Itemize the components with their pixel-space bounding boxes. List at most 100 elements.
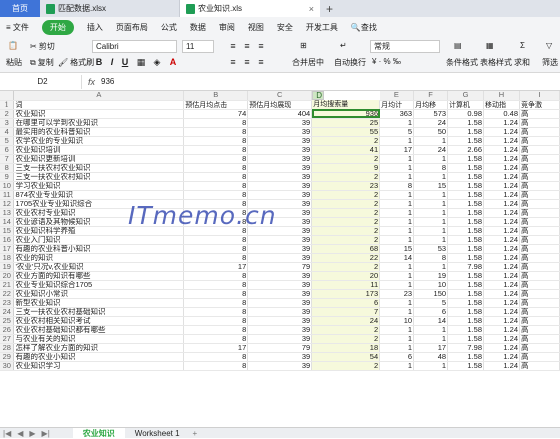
table-cell[interactable]: 17 [183, 262, 249, 272]
row-number[interactable]: 23 [0, 298, 15, 308]
table-cell[interactable]: 1 [413, 199, 449, 209]
table-cell[interactable]: 2 [311, 217, 381, 227]
table-cell[interactable]: 学习农业知识 [13, 181, 185, 191]
table-cell[interactable]: 8 [183, 145, 249, 155]
table-cell[interactable]: 19 [413, 271, 449, 281]
align-right-icon[interactable]: ≡ [256, 57, 266, 67]
table-cell[interactable]: 农业的知识 [13, 253, 185, 263]
table-cell[interactable]: 2 [311, 199, 381, 209]
row-number[interactable]: 28 [0, 343, 15, 353]
table-cell[interactable]: 39 [247, 145, 313, 155]
table-cell[interactable]: 1.24 [483, 325, 520, 335]
table-cell[interactable]: 1.24 [483, 217, 520, 227]
table-cell[interactable]: 1.58 [447, 136, 485, 146]
table-cell[interactable]: 高 [519, 280, 560, 290]
table-cell[interactable]: 1 [413, 262, 449, 272]
table-cell[interactable]: 39 [247, 307, 313, 317]
table-cell[interactable]: 8 [183, 280, 249, 290]
spreadsheet-grid[interactable]: A B C D E F G H I 1 词预估月均点击 预估月均展现 月均搜索量 月均计 月均移 计算机 移动指… [0, 91, 560, 427]
table-cell[interactable]: 8 [183, 154, 249, 164]
table-cell[interactable]: 农业农村基础知识都有哪些 [13, 325, 185, 335]
table-cell[interactable]: 24 [311, 316, 381, 326]
row-number[interactable]: 10 [0, 181, 15, 191]
table-cell[interactable]: 1 [379, 199, 415, 209]
table-cell[interactable]: 高 [519, 109, 560, 119]
table-cell[interactable]: 1.58 [447, 235, 485, 245]
tab-doc-match[interactable]: 匹配数据.xlsx [40, 0, 180, 17]
table-cell[interactable]: 1 [379, 226, 415, 236]
table-cell[interactable]: 农业专业知识综合1705 [13, 280, 185, 290]
table-cell[interactable]: 1.24 [483, 361, 520, 371]
table-cell[interactable]: 1.58 [447, 334, 485, 344]
sheet-tab-agri[interactable]: 农业知识 [72, 427, 125, 439]
table-cell[interactable]: 1.24 [483, 172, 520, 182]
formula-input[interactable]: 936 [101, 77, 114, 86]
table-cell[interactable]: 1.24 [483, 127, 520, 137]
table-cell[interactable]: 68 [311, 244, 381, 254]
table-cell[interactable]: 8 [183, 181, 249, 191]
table-cell[interactable]: 高 [519, 352, 560, 362]
table-cell[interactable]: 1 [413, 235, 449, 245]
table-cell[interactable]: 1.24 [483, 208, 520, 218]
table-cell[interactable]: 1 [379, 298, 415, 308]
table-cell[interactable]: 1.24 [483, 289, 520, 299]
table-cell[interactable]: 8 [183, 172, 249, 182]
table-cell[interactable]: 1.58 [447, 172, 485, 182]
menu-formula[interactable]: 公式 [161, 22, 177, 33]
row-number[interactable]: 22 [0, 289, 15, 299]
table-cell[interactable]: 24 [413, 118, 449, 128]
table-cell[interactable]: 1 [379, 154, 415, 164]
table-cell[interactable]: 1 [379, 136, 415, 146]
table-cell[interactable]: 10 [379, 316, 415, 326]
table-cell[interactable]: 1.24 [483, 334, 520, 344]
add-sheet-icon[interactable]: + [190, 429, 201, 438]
table-cell[interactable]: 1 [413, 208, 449, 218]
table-cell[interactable]: 1.24 [483, 262, 520, 272]
table-cell[interactable]: 高 [519, 334, 560, 344]
row-number[interactable]: 13 [0, 208, 15, 218]
table-cell[interactable]: 1.58 [447, 289, 485, 299]
table-cell[interactable]: 1.24 [483, 244, 520, 254]
header-cell[interactable]: 月均移 [413, 100, 449, 110]
menu-start[interactable]: 开始 [41, 19, 74, 35]
column-header-A[interactable]: A [13, 91, 185, 101]
table-cell[interactable]: 2 [311, 235, 381, 245]
table-cell[interactable]: 高 [519, 127, 560, 137]
table-cell[interactable]: 1 [379, 208, 415, 218]
row-number[interactable]: 27 [0, 334, 15, 344]
table-cell[interactable]: 1.58 [447, 244, 485, 254]
row-number[interactable]: 20 [0, 271, 15, 281]
merge-center-button[interactable]: 合并居中 [292, 57, 324, 68]
column-header-F[interactable]: F [413, 91, 449, 101]
table-cell[interactable]: 农业知识小常识 [13, 289, 185, 299]
column-header-H[interactable]: H [483, 91, 520, 101]
name-box[interactable]: D2 [4, 74, 82, 89]
conditional-format-button[interactable]: 条件格式 [446, 57, 478, 68]
table-cell[interactable]: 8 [183, 271, 249, 281]
table-cell[interactable]: 39 [247, 136, 313, 146]
table-cell[interactable]: 1.24 [483, 118, 520, 128]
table-cell[interactable]: 1 [379, 190, 415, 200]
table-cell[interactable]: 1.58 [447, 208, 485, 218]
table-cell[interactable]: 1 [413, 361, 449, 371]
cut-button[interactable]: ✂ 剪切 [30, 41, 55, 52]
table-cell[interactable]: 15 [413, 181, 449, 191]
table-cell[interactable]: 1.24 [483, 235, 520, 245]
table-cell[interactable]: 14 [379, 253, 415, 263]
table-cell[interactable]: 8 [183, 244, 249, 254]
header-cell[interactable]: 预估月均展现 [247, 100, 313, 110]
row-number[interactable]: 9 [0, 172, 15, 182]
row-number[interactable]: 2 [0, 109, 15, 119]
header-cell[interactable]: 计算机 [447, 100, 485, 110]
table-cell[interactable]: 39 [247, 163, 313, 173]
table-cell[interactable]: 1.24 [483, 271, 520, 281]
table-cell[interactable]: 1 [379, 307, 415, 317]
table-cell[interactable]: 农业知识 [13, 109, 185, 119]
align-middle-icon[interactable]: ≡ [242, 41, 252, 51]
table-style-button[interactable]: 表格样式 [480, 57, 512, 68]
tab-home[interactable]: 首页 [0, 0, 40, 17]
table-cell[interactable]: 2 [311, 172, 381, 182]
table-cell[interactable]: 39 [247, 316, 313, 326]
table-cell[interactable]: 三支一扶农业农村基础知识 [13, 307, 185, 317]
table-cell[interactable]: 8 [183, 352, 249, 362]
